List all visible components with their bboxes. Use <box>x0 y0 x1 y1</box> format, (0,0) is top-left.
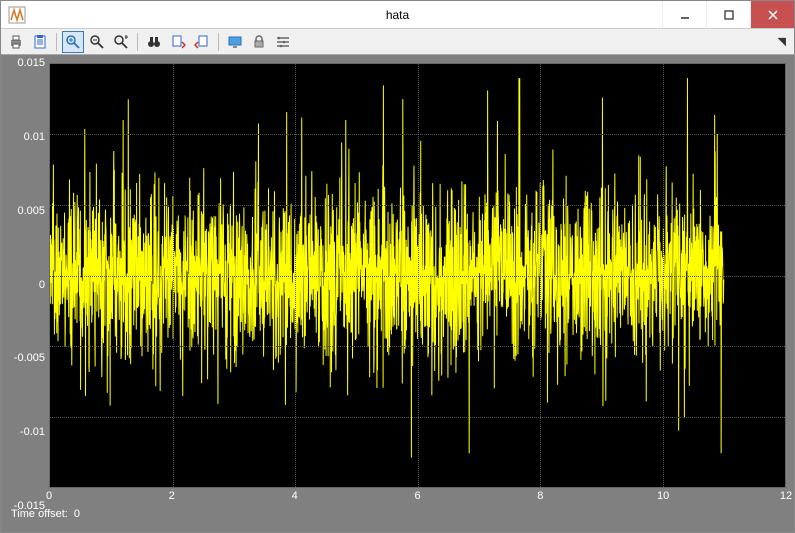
y-tick-label: 0.005 <box>17 205 45 217</box>
x-axis: 024681012 <box>49 488 786 506</box>
x-tick-label: 2 <box>169 490 175 502</box>
toolbar-separator <box>218 33 219 51</box>
autoscale-icon[interactable] <box>143 31 165 53</box>
y-tick-label: -0.015 <box>14 500 45 512</box>
zoom-x-icon[interactable] <box>86 31 108 53</box>
minimize-button[interactable] <box>662 1 706 28</box>
toolbar-overflow-icon[interactable]: ◥ <box>778 35 786 48</box>
y-tick-label: 0.015 <box>17 57 45 69</box>
y-tick-label: -0.005 <box>14 352 45 364</box>
lock-icon[interactable] <box>248 31 270 53</box>
y-tick-label: 0 <box>39 279 45 291</box>
y-tick-label: 0.01 <box>24 131 45 143</box>
save-config-icon[interactable] <box>167 31 189 53</box>
scope-area: -0.015 -0.01 -0.005 0 0.005 0.01 0.015 0 2 4 6 8 10… <box>1 55 794 532</box>
scope-window: hata ◥ -0.015 -0.01 -0.005 0 0.005 0.01 0.015 … <box>0 0 795 533</box>
toolbar: ◥ <box>1 29 794 55</box>
maximize-button[interactable] <box>706 1 750 28</box>
x-tick-label: 10 <box>657 490 669 502</box>
zoom-in-icon[interactable] <box>62 31 84 53</box>
y-tick-label: -0.01 <box>20 426 45 438</box>
x-tick-label: 8 <box>537 490 543 502</box>
app-icon <box>7 5 27 25</box>
window-controls <box>662 1 794 28</box>
x-tick-label: 0 <box>46 490 52 502</box>
plot-canvas[interactable] <box>49 63 786 488</box>
x-tick-label: 6 <box>414 490 420 502</box>
print-icon[interactable] <box>5 31 27 53</box>
params-icon[interactable] <box>29 31 51 53</box>
x-tick-label: 12 <box>780 490 792 502</box>
close-button[interactable] <box>750 1 794 28</box>
plot-container: -0.015-0.01-0.00500.0050.010.015 0246810… <box>9 63 786 506</box>
float-icon[interactable] <box>224 31 246 53</box>
toolbar-separator <box>137 33 138 51</box>
x-tick-label: 4 <box>292 490 298 502</box>
status-bar: Time offset: 0 <box>9 506 786 524</box>
toolbar-separator <box>56 33 57 51</box>
y-axis: -0.015-0.01-0.00500.0050.010.015 <box>9 63 49 506</box>
title-bar[interactable]: hata <box>1 1 794 29</box>
zoom-xy-icon[interactable] <box>110 31 132 53</box>
signal-select-icon[interactable] <box>272 31 294 53</box>
time-offset-value: 0 <box>74 508 80 524</box>
restore-config-icon[interactable] <box>191 31 213 53</box>
